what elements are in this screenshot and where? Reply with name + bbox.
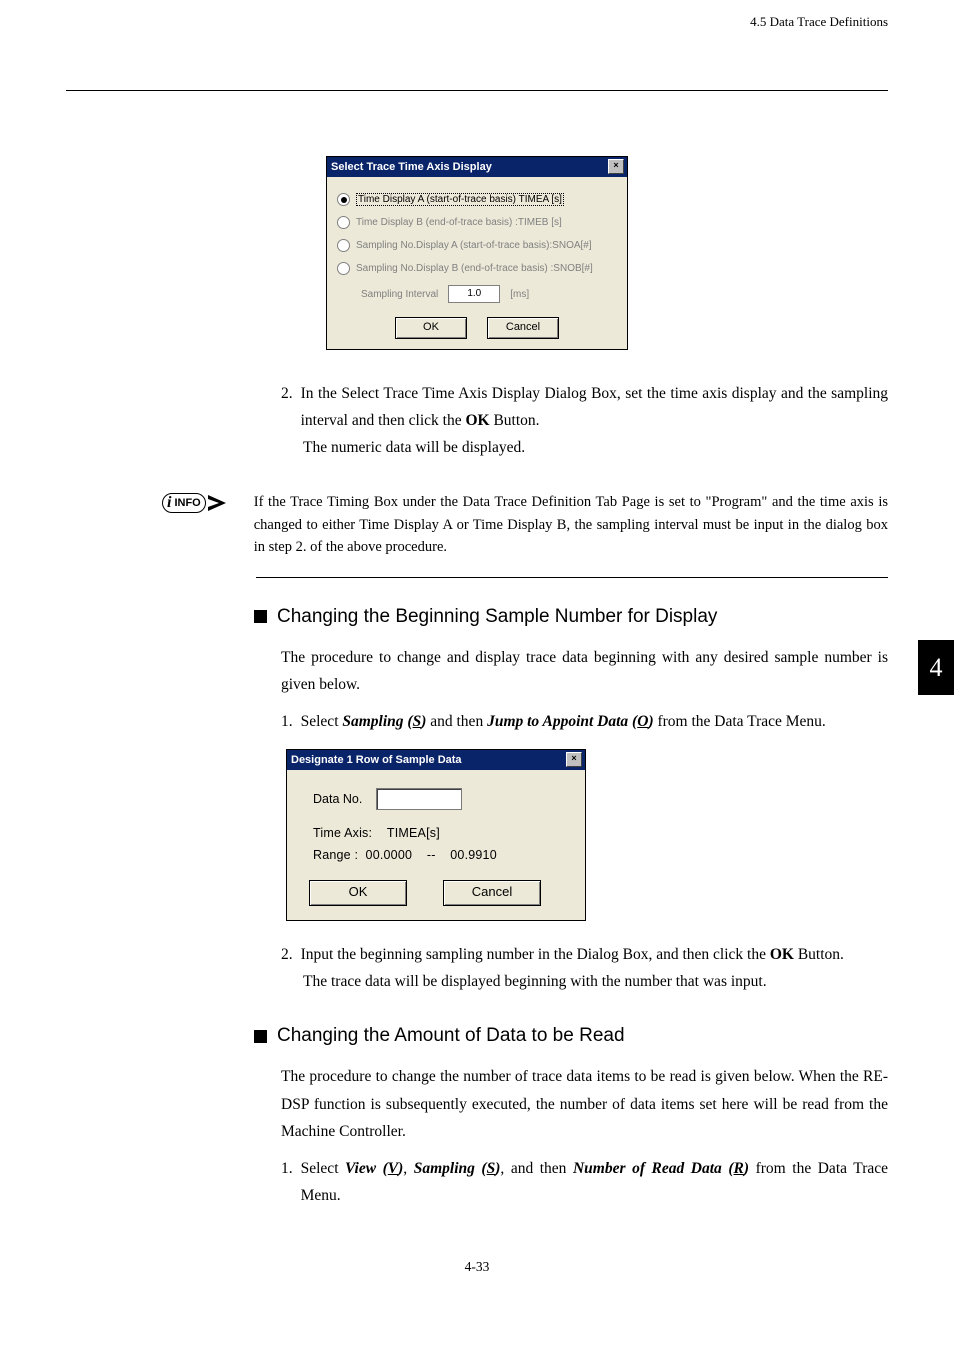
range-label: Range : (313, 848, 358, 862)
radio-time-display-b[interactable]: Time Display B (end-of-trace basis) :TIM… (337, 216, 617, 229)
radio-time-display-a[interactable]: Time Display A (start-of-trace basis) TI… (337, 193, 617, 206)
sec1-step-2-line2: The trace data will be displayed beginni… (303, 968, 888, 995)
range-sep: -- (427, 848, 436, 862)
header-rule (66, 90, 888, 91)
ok-button[interactable]: OK (309, 880, 407, 906)
ok-bold: OK (465, 412, 489, 429)
dialog-titlebar: Select Trace Time Axis Display × (327, 157, 627, 177)
radio-icon (337, 239, 350, 252)
ok-button[interactable]: OK (395, 317, 467, 339)
section-title: Changing the Amount of Data to be Read (277, 1025, 625, 1047)
sec2-step-1: 1. Select View (V), Sampling (S), and th… (281, 1155, 888, 1209)
radio-icon (337, 216, 350, 229)
radio-label: Sampling No.Display A (start-of-trace ba… (356, 240, 592, 251)
section-divider (256, 577, 888, 578)
section-title: Changing the Beginning Sample Number for… (277, 606, 717, 628)
radio-label: Time Display B (end-of-trace basis) :TIM… (356, 217, 562, 228)
info-callout: iINFO If the Trace Timing Box under the … (162, 491, 888, 558)
cancel-button[interactable]: Cancel (487, 317, 559, 339)
square-bullet-icon (254, 1030, 267, 1043)
sec1-step-1: 1. Select Sampling (S) and then Jump to … (281, 708, 888, 735)
radio-label: Sampling No.Display B (end-of-trace basi… (356, 263, 593, 274)
radio-icon (337, 193, 350, 206)
sampling-interval-input[interactable]: 1.0 (448, 285, 500, 303)
range-from: 00.0000 (366, 848, 413, 862)
sampling-interval-label: Sampling Interval (361, 289, 438, 300)
square-bullet-icon (254, 610, 267, 623)
header-section-ref: 4.5 Data Trace Definitions (66, 14, 888, 30)
info-text: If the Trace Timing Box under the Data T… (254, 491, 888, 558)
cancel-button[interactable]: Cancel (443, 880, 541, 906)
close-icon[interactable]: × (608, 159, 624, 174)
radio-label: Time Display A (start-of-trace basis) TI… (356, 193, 564, 206)
step-number: 1. (281, 708, 293, 735)
step-2: 2. In the Select Trace Time Axis Display… (281, 380, 888, 434)
section-heading-amount-read: Changing the Amount of Data to be Read (254, 1025, 888, 1047)
dialog-designate-row: Designate 1 Row of Sample Data × Data No… (286, 749, 586, 921)
dialog-titlebar: Designate 1 Row of Sample Data × (287, 750, 585, 770)
figure-select-trace-time-axis: Select Trace Time Axis Display × Time Di… (66, 156, 888, 350)
sec2-intro: The procedure to change the number of tr… (281, 1063, 888, 1144)
sampling-interval-row: Sampling Interval 1.0 [ms] (361, 285, 617, 303)
dialog-title: Select Trace Time Axis Display (331, 161, 492, 173)
time-axis-value: TIMEA[s] (387, 826, 440, 840)
dialog-select-trace-time-axis: Select Trace Time Axis Display × Time Di… (326, 156, 628, 350)
page-number: 4-33 (66, 1259, 888, 1275)
radio-sampling-no-b[interactable]: Sampling No.Display B (end-of-trace basi… (337, 262, 617, 275)
step-text: In the Select Trace Time Axis Display Di… (301, 385, 888, 429)
radio-icon (337, 262, 350, 275)
chapter-tab: 4 (918, 640, 954, 695)
step-number: 2. (281, 941, 293, 968)
section-intro: The procedure to change and display trac… (281, 644, 888, 698)
section-heading-beginning-sample: Changing the Beginning Sample Number for… (254, 606, 888, 628)
radio-sampling-no-a[interactable]: Sampling No.Display A (start-of-trace ba… (337, 239, 617, 252)
close-icon[interactable]: × (566, 752, 582, 767)
data-no-input[interactable] (376, 788, 462, 810)
step-number: 1. (281, 1155, 293, 1209)
step-number: 2. (281, 380, 293, 434)
step-2-line2: The numeric data will be displayed. (303, 434, 888, 461)
data-no-label: Data No. (313, 792, 362, 806)
dialog-title: Designate 1 Row of Sample Data (291, 754, 462, 766)
info-icon: iINFO (162, 493, 226, 513)
sampling-interval-unit: [ms] (510, 289, 529, 300)
time-axis-label: Time Axis: (313, 826, 372, 840)
info-label: INFO (174, 497, 200, 509)
step-text-b: Button. (490, 412, 540, 429)
sec1-step-2: 2. Input the beginning sampling number i… (281, 941, 888, 968)
range-to: 00.9910 (450, 848, 497, 862)
figure-designate-row: Designate 1 Row of Sample Data × Data No… (286, 749, 888, 921)
